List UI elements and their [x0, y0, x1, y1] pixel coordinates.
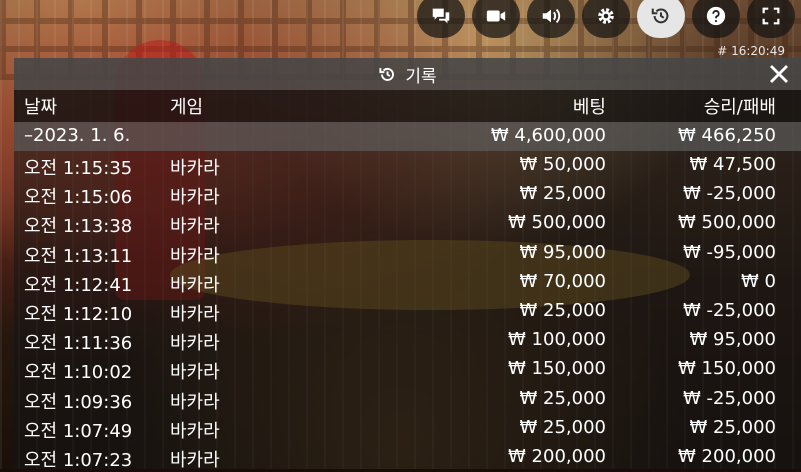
history-row[interactable]: 오전 1:15:06 바카라 ₩ 25,000 ₩ -25,000 [14, 180, 801, 209]
row-time: 오전 1:09:36 [24, 391, 133, 413]
row-result: ₩ 150,000 [678, 358, 776, 380]
row-bet: ₩ 25,000 [519, 300, 606, 321]
column-headers: 날짜 게임 베팅 승리/패배 [14, 90, 801, 122]
row-game: 바카라 [170, 274, 220, 296]
row-game: 바카라 [170, 450, 220, 471]
row-result: ₩ 95,000 [689, 329, 776, 351]
game-clock: # 16:20:49 [717, 44, 785, 58]
history-row[interactable]: 오전 1:12:10 바카라 ₩ 25,000 ₩ -25,000 [14, 297, 801, 326]
row-result: ₩ 500,000 [678, 212, 776, 234]
top-toolbar [417, 0, 801, 40]
summary-date: –2023. 1. 6. [24, 125, 131, 146]
history-row[interactable]: 오전 1:13:38 바카라 ₩ 500,000 ₩ 500,000 [14, 209, 801, 238]
summary-bet: ₩ 4,600,000 [490, 125, 606, 146]
video-icon [486, 10, 506, 22]
row-result: ₩ -25,000 [683, 300, 776, 321]
row-game: 바카라 [170, 187, 220, 209]
row-bet: ₩ 25,000 [519, 183, 606, 205]
row-game: 바카라 [170, 391, 220, 413]
row-result: ₩ -25,000 [683, 387, 776, 409]
row-bet: ₩ 25,000 [519, 416, 606, 438]
video-button[interactable] [472, 0, 520, 38]
row-bet: ₩ 500,000 [508, 212, 606, 234]
column-game[interactable]: 게임 [170, 93, 203, 119]
help-button[interactable] [692, 0, 740, 38]
row-time: 오전 1:12:10 [24, 304, 133, 325]
row-game: 바카라 [170, 216, 220, 238]
row-bet: ₩ 70,000 [519, 270, 606, 292]
history-button[interactable] [637, 0, 685, 38]
history-row[interactable]: 오전 1:10:02 바카라 ₩ 150,000 ₩ 150,000 [14, 355, 801, 384]
row-bet: ₩ 50,000 [519, 154, 606, 175]
panel-header: 기록 [14, 58, 801, 90]
row-bet: ₩ 150,000 [508, 358, 606, 380]
summary-result: ₩ 466,250 [678, 125, 776, 146]
chat-button[interactable] [417, 0, 465, 38]
fullscreen-button[interactable] [747, 0, 795, 38]
column-bet[interactable]: 베팅 [573, 93, 606, 119]
settings-button[interactable] [582, 0, 630, 38]
date-summary-row[interactable]: –2023. 1. 6. ₩ 4,600,000 ₩ 466,250 [14, 122, 801, 151]
row-bet: ₩ 200,000 [508, 446, 606, 467]
history-row[interactable]: 오전 1:12:41 바카라 ₩ 70,000 ₩ 0 [14, 268, 801, 297]
column-result[interactable]: 승리/패배 [704, 93, 776, 119]
row-game: 바카라 [170, 304, 220, 325]
row-time: 오전 1:07:49 [24, 420, 133, 442]
history-row[interactable]: 오전 1:15:35 바카라 ₩ 50,000 ₩ 47,500 [14, 151, 801, 180]
row-game: 바카라 [170, 158, 220, 179]
column-date[interactable]: 날짜 [24, 93, 57, 119]
row-game: 바카라 [170, 333, 220, 355]
row-result: ₩ -25,000 [683, 183, 776, 205]
history-row[interactable]: 오전 1:09:36 바카라 ₩ 25,000 ₩ -25,000 [14, 385, 801, 414]
row-time: 오전 1:12:41 [24, 274, 133, 296]
row-time: 오전 1:15:35 [24, 158, 133, 179]
row-bet: ₩ 95,000 [519, 241, 606, 263]
panel-title: 기록 [378, 62, 437, 87]
row-time: 오전 1:10:02 [24, 362, 133, 384]
history-row[interactable]: 오전 1:07:49 바카라 ₩ 25,000 ₩ 25,000 [14, 414, 801, 443]
row-result: ₩ 25,000 [689, 416, 776, 438]
history-row[interactable]: 오전 1:13:11 바카라 ₩ 95,000 ₩ -95,000 [14, 239, 801, 268]
panel-title-text: 기록 [405, 66, 437, 87]
history-row[interactable]: 오전 1:07:23 바카라 ₩ 200,000 ₩ 200,000 [14, 443, 801, 472]
close-icon[interactable] [767, 62, 791, 86]
history-row[interactable]: 오전 1:11:36 바카라 ₩ 100,000 ₩ 95,000 [14, 326, 801, 355]
volume-icon [542, 8, 561, 24]
row-game: 바카라 [170, 420, 220, 442]
row-time: 오전 1:11:36 [24, 333, 133, 355]
gear-icon [598, 8, 614, 24]
volume-button[interactable] [527, 0, 575, 38]
row-time: 오전 1:13:38 [24, 216, 133, 238]
history-icon [379, 67, 395, 81]
history-panel: 기록 날짜 게임 베팅 승리/패배 –2023. 1. 6. ₩ 4,600,0… [14, 58, 801, 472]
fullscreen-icon [762, 7, 780, 25]
row-bet: ₩ 100,000 [508, 329, 606, 351]
row-time: 오전 1:15:06 [24, 187, 133, 209]
row-result: ₩ 0 [741, 270, 776, 292]
row-time: 오전 1:13:11 [24, 245, 133, 267]
row-result: ₩ 47,500 [689, 154, 776, 175]
row-bet: ₩ 25,000 [519, 387, 606, 409]
row-result: ₩ -95,000 [683, 241, 776, 263]
row-game: 바카라 [170, 245, 220, 267]
chat-icon [432, 8, 450, 24]
row-result: ₩ 200,000 [678, 446, 776, 467]
history-icon [651, 8, 669, 24]
row-time: 오전 1:07:23 [24, 450, 133, 471]
row-game: 바카라 [170, 362, 220, 384]
help-icon [706, 6, 726, 26]
